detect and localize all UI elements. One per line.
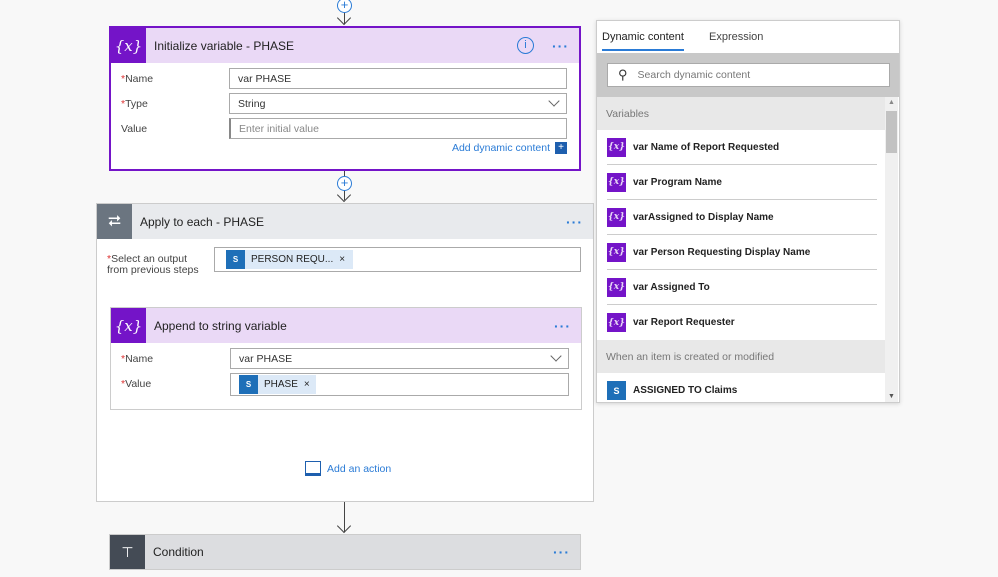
variable-icon: {x} [607,313,626,332]
more-options-button[interactable]: ··· [566,214,583,230]
dynamic-content-panel: Dynamic content Expression ⚲ Search dyna… [596,20,900,403]
card-title: Append to string variable [154,318,287,333]
name-input[interactable]: var PHASE [229,68,567,89]
remove-token-icon[interactable]: × [339,254,345,265]
tab-expression[interactable]: Expression [709,31,763,43]
sharepoint-icon: S [226,250,245,269]
card-header[interactable]: {x} Append to string variable ··· [111,308,581,343]
card-header[interactable]: {x} Initialize variable - PHASE i ··· [111,28,579,63]
list-item[interactable]: {x} var Person Requesting Display Name [607,235,877,270]
name-label: *Name [121,353,154,365]
search-area: ⚲ Search dynamic content [597,53,899,97]
list-item[interactable]: {x} var Assigned To [607,270,877,305]
variable-icon: {x} [607,242,626,262]
list-item[interactable]: {x} var Name of Report Requested [607,130,877,165]
variable-icon: {x} [607,172,626,192]
list-item[interactable]: S ASSIGNED TO Claims [607,373,877,402]
variable-icon: {x} [111,308,146,343]
chevron-down-icon [550,350,562,362]
remove-token-icon[interactable]: × [304,379,310,390]
apply-to-each-card: ⮂ Apply to each - PHASE ··· *Select an o… [96,203,594,502]
add-action-icon [305,461,321,476]
more-options-button[interactable]: ··· [552,38,569,54]
scrollbar-thumb[interactable] [886,111,897,153]
type-label: *Type [121,98,148,110]
variable-icon: {x} [607,207,626,227]
card-title: Apply to each - PHASE [140,214,265,229]
variable-icon: {x} [607,277,626,297]
list-item[interactable]: {x} varAssigned to Display Name [607,200,877,235]
type-select[interactable]: String [229,93,567,114]
more-options-button[interactable]: ··· [554,318,571,334]
loop-icon: ⮂ [97,204,132,239]
chevron-down-icon [548,95,560,107]
section-header: Variables [597,97,885,130]
dynamic-content-list: Variables {x} var Name of Report Requeste… [597,97,885,402]
name-label: *Name [121,73,154,85]
list-item[interactable]: {x} var Report Requester [607,305,877,340]
select-output-input[interactable]: S PERSON REQU... × [214,247,581,272]
add-action-button[interactable]: Add an action [305,461,391,476]
tab-dynamic-content[interactable]: Dynamic content [602,31,684,51]
value-label: Value [121,123,148,135]
sharepoint-icon: S [607,381,626,400]
value-input[interactable]: S PHASE × [230,373,569,396]
scroll-up-icon[interactable]: ▲ [888,99,895,106]
condition-card[interactable]: ⊤ Condition ··· [109,534,581,570]
card-header[interactable]: ⮂ Apply to each - PHASE ··· [97,204,593,239]
card-header[interactable]: ⊤ Condition ··· [110,535,580,569]
scroll-down-icon[interactable]: ▼ [888,393,895,400]
arrow-icon [336,10,352,26]
card-title: Condition [153,545,204,559]
value-input[interactable]: Enter initial value [229,118,567,139]
add-dynamic-content-link[interactable]: Add dynamic content + [452,142,567,154]
arrow-icon [336,518,352,534]
append-to-string-card: {x} Append to string variable ··· *Name … [110,307,582,410]
value-label: *Value [121,378,152,390]
select-output-label: *Select an output from previous steps [107,253,199,276]
initialize-variable-card: {x} Initialize variable - PHASE i ··· *N… [109,26,581,171]
search-icon: ⚲ [618,67,628,82]
name-select[interactable]: var PHASE [230,348,569,369]
add-icon: + [555,142,567,154]
card-title: Initialize variable - PHASE [154,38,295,53]
scrollbar[interactable]: ▲ ▼ [885,97,898,402]
more-options-button[interactable]: ··· [553,544,570,560]
section-header: When an item is created or modified [597,340,885,373]
sharepoint-icon: S [239,375,258,394]
info-icon[interactable]: i [517,37,534,54]
variable-icon: {x} [111,28,146,63]
search-input[interactable]: ⚲ Search dynamic content [607,63,890,87]
list-item[interactable]: {x} var Program Name [607,165,877,200]
variable-icon: {x} [607,137,626,157]
token[interactable]: S PERSON REQU... × [226,250,354,269]
token[interactable]: S PHASE × [239,375,316,394]
arrow-icon [336,187,352,203]
condition-icon: ⊤ [110,535,145,569]
